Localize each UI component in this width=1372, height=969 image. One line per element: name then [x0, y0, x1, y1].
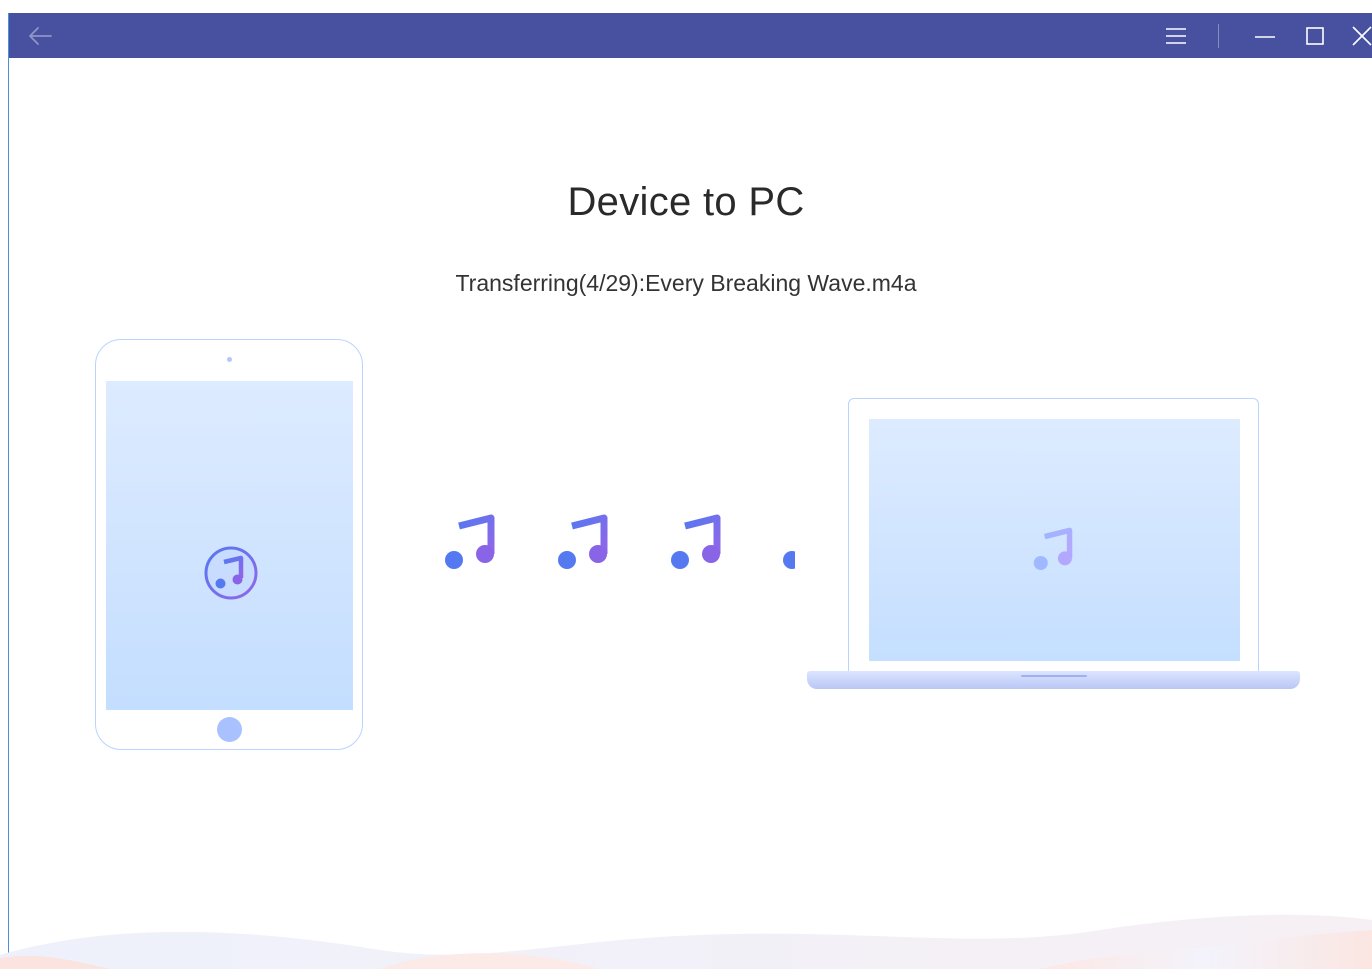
tablet-home-button: [217, 717, 242, 742]
close-icon: [1352, 25, 1372, 46]
back-button[interactable]: [21, 13, 59, 58]
music-note-icon: [558, 514, 608, 569]
menu-button[interactable]: [1159, 13, 1193, 58]
desktop-strip: [0, 0, 1372, 13]
screen: Device to PC Transferring(4/29):Every Br…: [0, 0, 1372, 969]
title-bar: [9, 13, 1372, 58]
laptop-base: [807, 671, 1300, 689]
titlebar-divider: [1218, 24, 1219, 48]
laptop-lid: [848, 398, 1259, 673]
minimize-button[interactable]: [1247, 13, 1283, 58]
tablet-screen: [106, 381, 353, 710]
page-title: Device to PC: [567, 180, 805, 224]
music-note-icon: [671, 514, 721, 569]
music-note-icon: [783, 526, 795, 569]
partial-music-note: [780, 500, 795, 580]
music-note-icon: [1033, 527, 1073, 570]
maximize-button[interactable]: [1297, 13, 1333, 58]
hamburger-menu-icon: [1166, 27, 1186, 44]
laptop-notch: [1021, 675, 1087, 677]
transfer-animation: [420, 500, 820, 580]
music-circle-icon: [204, 546, 258, 600]
arrow-left-icon: [29, 26, 52, 45]
minimize-icon: [1255, 35, 1275, 38]
transfer-status: Transferring(4/29):Every Breaking Wave.m…: [455, 270, 917, 296]
laptop-device: [807, 398, 1300, 690]
tablet-camera: [227, 357, 232, 362]
music-note-icon: [445, 514, 495, 569]
close-button[interactable]: [1347, 13, 1372, 58]
maximize-icon: [1306, 26, 1324, 45]
tablet-device: [95, 339, 363, 750]
decorative-waves: [0, 914, 1372, 969]
laptop-screen: [869, 419, 1240, 661]
